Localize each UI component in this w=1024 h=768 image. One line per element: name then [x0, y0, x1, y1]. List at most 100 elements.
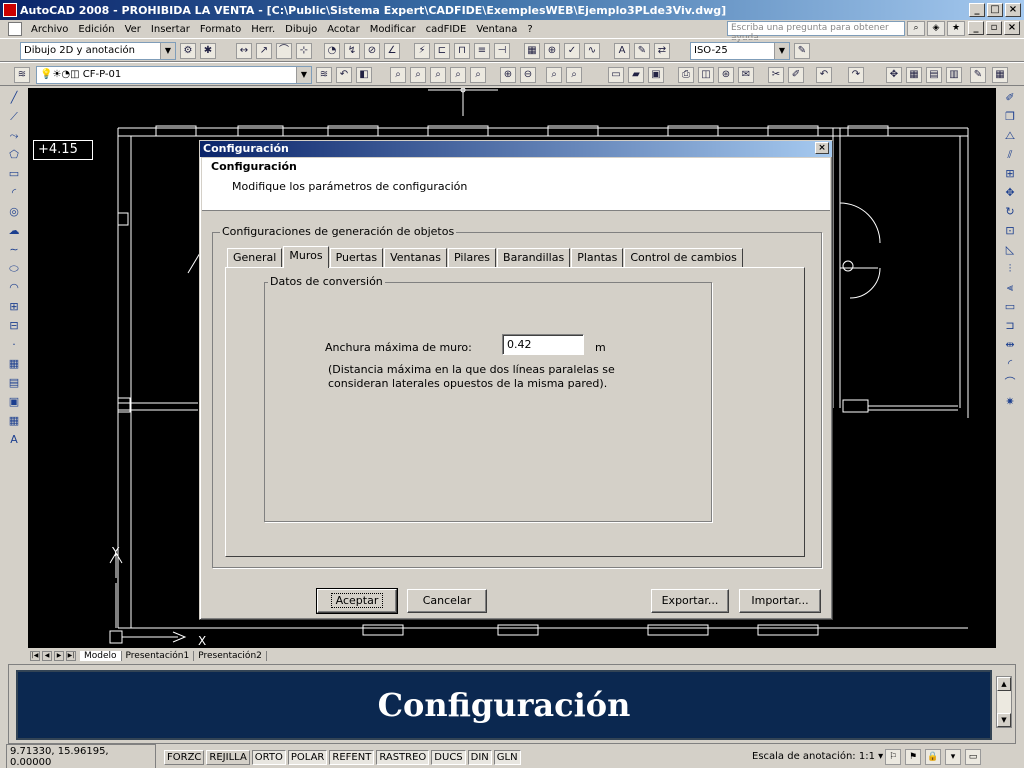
minimize-button[interactable]: _ — [969, 3, 985, 17]
markup-icon[interactable]: ✎ — [970, 67, 986, 83]
doc-minimize-button[interactable]: _ — [968, 21, 984, 35]
region-icon[interactable]: ▣ — [5, 393, 23, 411]
rotate-icon[interactable]: ↻ — [1001, 203, 1019, 221]
layer-previous-icon[interactable]: ↶ — [336, 67, 352, 83]
layer-manager-icon[interactable]: ≋ — [14, 67, 30, 83]
tray-settings-icon[interactable]: ▾ — [945, 749, 961, 765]
layer-select[interactable]: 💡☀◔◫ CF-P-01 ▼ — [36, 66, 312, 84]
spline-icon[interactable]: ∼ — [5, 241, 23, 259]
menu-edicion[interactable]: Edición — [73, 24, 119, 35]
construction-line-icon[interactable]: ⟋ — [5, 108, 23, 126]
hatch-icon[interactable]: ▦ — [5, 355, 23, 373]
redo-icon[interactable]: ↷ — [848, 67, 864, 83]
ellipse-icon[interactable]: ⬭ — [5, 260, 23, 278]
join-icon[interactable]: ⊐ — [1001, 317, 1019, 335]
menu-archivo[interactable]: Archivo — [26, 24, 73, 35]
menu-dibujo[interactable]: Dibujo — [280, 24, 322, 35]
communication-center-icon[interactable]: ◈ — [927, 21, 945, 36]
auto-scale-icon[interactable]: ⚑ — [905, 749, 921, 765]
menu-formato[interactable]: Formato — [195, 24, 246, 35]
circle-icon[interactable]: ◎ — [5, 203, 23, 221]
center-mark-icon[interactable]: ⊕ — [544, 43, 560, 59]
inspection-icon[interactable]: ✓ — [564, 43, 580, 59]
max-wall-width-input[interactable] — [502, 334, 584, 355]
menu-modificar[interactable]: Modificar — [365, 24, 421, 35]
zoom-window-icon[interactable]: ⌕ — [410, 67, 426, 83]
dimstyle-select[interactable]: ISO-25 ▼ — [690, 42, 790, 60]
zoom-center-icon[interactable]: ⌕ — [470, 67, 486, 83]
scale-icon[interactable]: ⊡ — [1001, 222, 1019, 240]
rectangle-icon[interactable]: ▭ — [5, 165, 23, 183]
menu-cadfide[interactable]: cadFIDE — [421, 24, 472, 35]
multiline-text-icon[interactable]: A — [5, 431, 23, 449]
toggle-rastreo[interactable]: RASTREO — [376, 749, 430, 765]
doc-close-button[interactable]: × — [1004, 21, 1020, 35]
tab-control-de-cambios[interactable]: Control de cambios — [624, 248, 743, 267]
diameter-dimension-icon[interactable]: ⊘ — [364, 43, 380, 59]
menu-insertar[interactable]: Insertar — [146, 24, 195, 35]
polyline-icon[interactable]: ⤳ — [5, 127, 23, 145]
break-icon[interactable]: ▭ — [1001, 298, 1019, 316]
last-tab-icon[interactable]: ▶| — [66, 651, 76, 661]
aligned-dimension-icon[interactable]: ↗ — [256, 43, 272, 59]
ellipse-arc-icon[interactable]: ◠ — [5, 279, 23, 297]
scroll-up-icon[interactable]: ▲ — [997, 677, 1011, 691]
doc-restore-button[interactable]: ▫ — [986, 21, 1002, 35]
design-center-icon[interactable]: ▤ — [926, 67, 942, 83]
tab-plantas[interactable]: Plantas — [571, 248, 624, 267]
first-tab-icon[interactable]: |◀ — [30, 651, 40, 661]
radius-dimension-icon[interactable]: ◔ — [324, 43, 340, 59]
trim-icon[interactable]: ⫶ — [1001, 260, 1019, 278]
layer-states-icon[interactable]: ◧ — [356, 67, 372, 83]
accept-button[interactable]: Aceptar — [316, 588, 398, 614]
tab-puertas[interactable]: Puertas — [329, 248, 384, 267]
pan-icon[interactable]: ✥ — [886, 67, 902, 83]
lock-icon[interactable]: 🔒 — [925, 749, 941, 765]
toggle-forzc[interactable]: FORZC — [164, 749, 205, 765]
chevron-down-icon[interactable]: ▼ — [296, 67, 311, 83]
tab-modelo[interactable]: Modelo — [80, 651, 122, 661]
toggle-ducs[interactable]: DUCS — [431, 749, 466, 765]
autocad-app-icon[interactable] — [3, 3, 17, 17]
menu-acotar[interactable]: Acotar — [322, 24, 364, 35]
menu-herr[interactable]: Herr. — [246, 24, 280, 35]
chamfer-icon[interactable]: ⇹ — [1001, 336, 1019, 354]
extend-icon[interactable]: ⫷ — [1001, 279, 1019, 297]
undo-icon[interactable]: ↶ — [816, 67, 832, 83]
zoom-out-icon[interactable]: ⊖ — [520, 67, 536, 83]
maximize-button[interactable]: □ — [987, 3, 1003, 17]
calculator-icon[interactable]: ▦ — [992, 67, 1008, 83]
plot-preview-icon[interactable]: ◫ — [698, 67, 714, 83]
workspace-select[interactable]: Dibujo 2D y anotación ▼ — [20, 42, 176, 60]
tab-ventanas[interactable]: Ventanas — [384, 248, 447, 267]
array-icon[interactable]: ⊞ — [1001, 165, 1019, 183]
prev-tab-icon[interactable]: ◀ — [42, 651, 52, 661]
toggle-rejilla[interactable]: REJILLA — [206, 749, 250, 765]
favorites-star-icon[interactable]: ★ — [947, 21, 965, 36]
scroll-down-icon[interactable]: ▼ — [997, 713, 1011, 727]
tab-presentacion1[interactable]: Presentación1 — [122, 651, 195, 661]
tab-general[interactable]: General — [227, 248, 283, 267]
plot-icon[interactable]: ⎙ — [678, 67, 694, 83]
tab-muros[interactable]: Muros — [283, 246, 329, 268]
zoom-extents-icon[interactable]: ⌕ — [566, 67, 582, 83]
toggle-refent[interactable]: REFENT — [329, 749, 375, 765]
cancel-button[interactable]: Cancelar — [407, 589, 487, 613]
dimension-edit-icon[interactable]: A — [614, 43, 630, 59]
zoom-all-icon[interactable]: ⌕ — [546, 67, 562, 83]
chevron-down-icon[interactable]: ▼ — [774, 43, 789, 59]
make-block-icon[interactable]: ⊟ — [5, 317, 23, 335]
zoom-in-icon[interactable]: ⊕ — [500, 67, 516, 83]
menu-help[interactable]: ? — [522, 24, 537, 35]
dimension-update-icon[interactable]: ⇄ — [654, 43, 670, 59]
tolerance-icon[interactable]: ▦ — [524, 43, 540, 59]
arc-length-icon[interactable]: ⌒ — [276, 43, 292, 59]
insert-block-icon[interactable]: ⊞ — [5, 298, 23, 316]
arc-icon[interactable]: ◜ — [5, 184, 23, 202]
annotation-scale[interactable]: Escala de anotación: 1:1 ▾ — [752, 751, 883, 762]
line-icon[interactable]: ╱ — [5, 89, 23, 107]
zoom-dynamic-icon[interactable]: ⌕ — [430, 67, 446, 83]
toggle-polar[interactable]: POLAR — [287, 749, 328, 765]
design-feed-icon[interactable]: ✉ — [738, 67, 754, 83]
dimension-space-icon[interactable]: ≡ — [474, 43, 490, 59]
